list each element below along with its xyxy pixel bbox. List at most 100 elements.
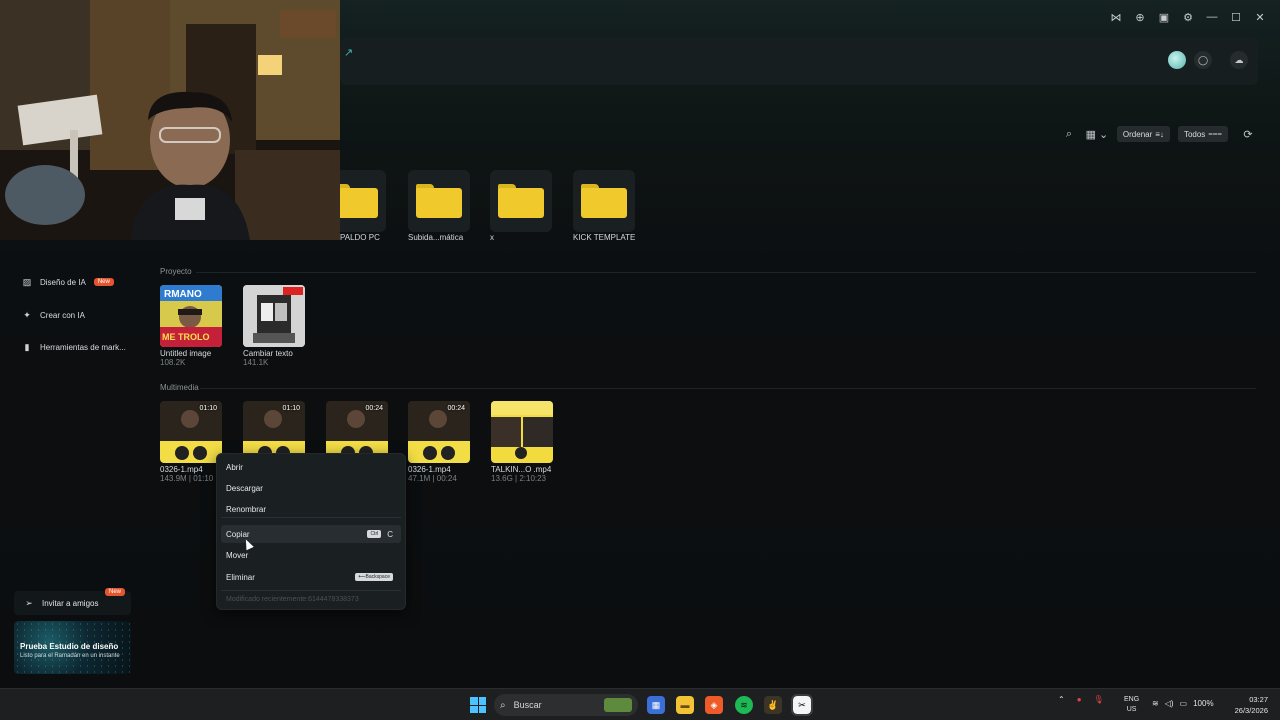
project-name: Cambiar texto <box>243 349 293 358</box>
media-thumbnail[interactable]: 01:10 <box>160 401 222 463</box>
windows-start-icon[interactable] <box>470 697 486 713</box>
c-key: C <box>387 529 393 539</box>
marketing-tools-icon: ▮ <box>24 341 30 352</box>
project-size: 141.1K <box>243 358 269 367</box>
context-menu: Abrir Descargar Renombrar Copiar Ctrl C … <box>216 453 406 610</box>
clock[interactable]: 03:27 26/3/2026 <box>1235 694 1268 716</box>
webcam-overlay <box>0 0 340 240</box>
cloud-icon[interactable]: ☁ <box>1230 51 1248 69</box>
shortcut-copy: Ctrl C <box>367 530 393 539</box>
folder-item[interactable] <box>408 170 470 232</box>
upload-icon[interactable]: ⊕ <box>1134 10 1146 24</box>
menu-item-label: Abrir <box>226 462 243 472</box>
svg-text:RMANO: RMANO <box>164 289 202 300</box>
shortcut-delete: ⟵Backspace <box>355 573 393 581</box>
invite-friends-button[interactable]: ➢ Invitar a amigos New <box>14 588 131 615</box>
folder-item[interactable] <box>573 170 635 232</box>
section-label-project: Proyecto <box>160 267 192 276</box>
volume-icon: ◁) <box>1164 699 1174 708</box>
duration-label: 00:24 <box>365 405 383 412</box>
search-icon[interactable]: ⌕ <box>1061 126 1077 142</box>
time: 03:27 <box>1249 695 1268 704</box>
filter-button[interactable]: Todos ⩶ <box>1177 126 1228 142</box>
project-size: 108.2K <box>160 358 186 367</box>
divider <box>200 388 1256 389</box>
media-name: TALKIN...O .mp4 <box>491 465 552 474</box>
close-icon[interactable]: ✕ <box>1254 10 1266 24</box>
refresh-icon[interactable]: ⟳ <box>1240 126 1256 142</box>
sidebar-item-marketing-tools[interactable]: ▮ Herramientas de mark... <box>22 342 126 352</box>
app-tray-icon[interactable]: ● <box>1077 695 1082 704</box>
header-actions: ◯ ☁ <box>1168 51 1248 69</box>
sort-icon: ≡↓ <box>1155 129 1164 139</box>
svg-text:ME TROLO: ME TROLO <box>162 332 210 342</box>
system-tray: ⌃ ● 🎙 <box>1058 695 1104 704</box>
modified-info: Modificado recientemente:6144478338373 <box>226 596 359 603</box>
taskbar-search[interactable]: ⌕ Buscar <box>494 694 638 716</box>
media-name: 0326-1.mp4 <box>408 465 451 474</box>
spotify-icon[interactable]: ≋ <box>735 696 753 714</box>
thumbnail-image: RMANO ME TROLO <box>160 285 222 347</box>
folder-icon <box>498 184 544 218</box>
language-indicator[interactable]: ENG US <box>1124 695 1139 715</box>
file-explorer-icon[interactable]: ▬ <box>676 696 694 714</box>
webcam-image <box>0 0 340 240</box>
status-icons[interactable]: ≋ ◁) ▭ 100% <box>1152 699 1214 708</box>
chevron-up-icon[interactable]: ⌃ <box>1058 695 1065 704</box>
media-meta: 143.9M | 01:10 <box>160 474 214 483</box>
duration-label: 01:10 <box>282 405 300 412</box>
app-window: ⋈ ⊕ ▣ ⚙ — ☐ ✕ ↗ ◯ ☁ ⌕ ▦ ⌄ Ordenar ≡↓ Tod… <box>0 0 1280 688</box>
search-placeholder: Buscar <box>513 700 542 710</box>
menu-divider <box>221 517 401 518</box>
menu-item-open[interactable]: Abrir <box>221 458 401 476</box>
design-studio-promo[interactable]: Prueba Estudio de diseño Listo para el R… <box>14 621 131 674</box>
sort-button[interactable]: Ordenar ≡↓ <box>1116 126 1170 142</box>
menu-item-label: Eliminar <box>226 572 255 582</box>
user-icon[interactable]: ◯ <box>1194 51 1212 69</box>
app-icon[interactable]: ✌ <box>764 696 782 714</box>
media-thumbnail[interactable] <box>491 401 553 463</box>
media-thumbnail[interactable]: 00:24 <box>408 401 470 463</box>
avatar[interactable] <box>1168 51 1186 69</box>
menu-item-label: Renombrar <box>226 504 267 514</box>
menu-item-rename[interactable]: Renombrar <box>221 500 401 518</box>
feedback-icon[interactable]: ▣ <box>1158 10 1170 24</box>
files-toolbar: ⌕ ▦ ⌄ Ordenar ≡↓ Todos ⩶ ⟳ <box>1061 126 1256 142</box>
sidebar-item-ai-design[interactable]: ▨ Diseño de IA New <box>22 277 114 287</box>
menu-item-delete[interactable]: Eliminar ⟵Backspace <box>221 568 401 586</box>
menu-item-download[interactable]: Descargar <box>221 479 401 497</box>
sparkle-icon: ✦ <box>23 309 31 320</box>
external-link-icon[interactable]: ↗ <box>344 46 353 59</box>
maximize-icon[interactable]: ☐ <box>1230 10 1242 24</box>
capcut-icon[interactable]: ✂ <box>791 694 813 716</box>
ai-design-icon: ▨ <box>22 276 32 287</box>
new-badge: New <box>104 588 125 596</box>
header-bar <box>340 37 1258 85</box>
media-name: 0326-1.mp4 <box>160 465 203 474</box>
folder-item[interactable] <box>490 170 552 232</box>
project-thumbnail[interactable] <box>243 285 305 347</box>
media-meta: 13.6G | 2:10:23 <box>491 474 547 483</box>
settings-icon[interactable]: ⚙ <box>1182 10 1194 24</box>
media-meta: 47.1M | 00:24 <box>408 474 457 483</box>
backspace-key: ⟵Backspace <box>355 573 393 581</box>
microphone-icon[interactable]: 🎙 <box>1094 695 1104 704</box>
store-icon[interactable]: ▦ <box>647 696 665 714</box>
battery-icon: ▭ <box>1179 699 1188 708</box>
sidebar-item-label: Crear con IA <box>40 310 85 320</box>
grid-view-icon[interactable]: ▦ ⌄ <box>1085 126 1109 142</box>
minimize-icon[interactable]: — <box>1206 10 1218 24</box>
wifi-icon: ≋ <box>1152 699 1159 708</box>
ctrl-key: Ctrl <box>367 530 382 538</box>
filter-icon: ⩶ <box>1208 129 1222 138</box>
brave-browser-icon[interactable]: ◈ <box>705 696 723 714</box>
taskbar: ⌕ Buscar ▦ ▬ ◈ ≋ ✌ ✂ ⌃ ● 🎙 ENG US ≋ ◁) ▭… <box>0 688 1280 720</box>
invite-label: Invitar a amigos <box>42 598 99 608</box>
send-icon: ➢ <box>25 597 33 608</box>
project-thumbnail[interactable]: RMANO ME TROLO <box>160 285 222 347</box>
titlebar-controls: ⋈ ⊕ ▣ ⚙ — ☐ ✕ <box>1110 10 1266 24</box>
promo-title: Prueba Estudio de diseño <box>20 642 119 651</box>
video-frame <box>491 401 553 463</box>
share-icon[interactable]: ⋈ <box>1110 10 1122 24</box>
sidebar-item-create-ai[interactable]: ✦ Crear con IA <box>22 310 85 320</box>
